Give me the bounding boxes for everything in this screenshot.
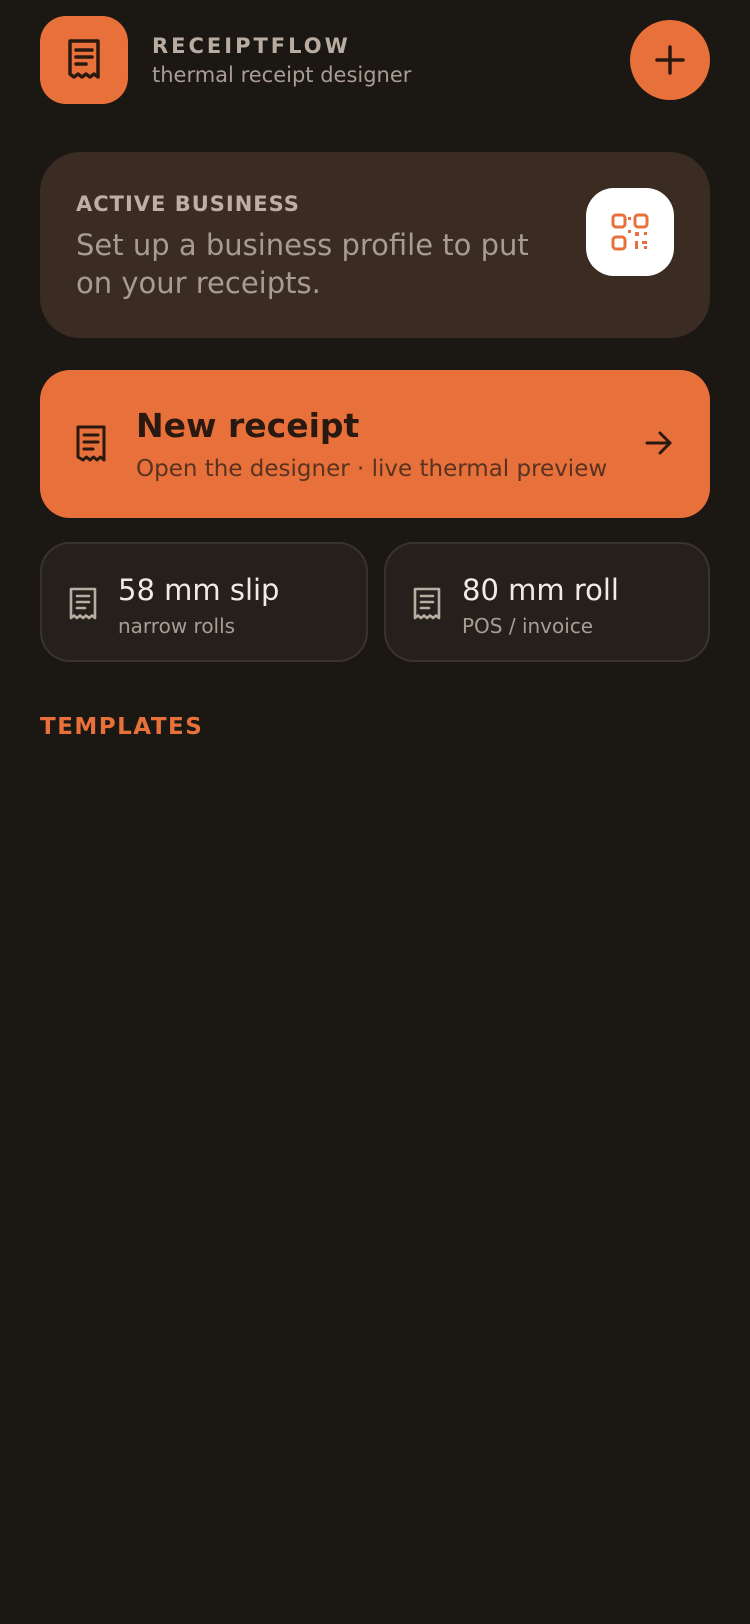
add-button[interactable] — [630, 20, 710, 100]
receipt-icon — [69, 587, 97, 620]
brand-name: RECEIPTFLOW — [152, 34, 351, 58]
qr-code-button[interactable] — [586, 188, 674, 276]
receipt-icon — [76, 425, 106, 462]
active-business-card[interactable]: ACTIVE BUSINESS Set up a business profil… — [40, 152, 710, 338]
new-receipt-subtitle: Open the designer · live thermal preview — [136, 456, 608, 482]
size-subtitle: narrow rolls — [118, 614, 236, 638]
active-business-message: Set up a business profile to put on your… — [76, 228, 529, 300]
brand-block: RECEIPTFLOW thermal receipt designer — [152, 32, 411, 90]
receipt-icon — [413, 587, 441, 620]
new-receipt-button[interactable]: New receipt Open the designer · live the… — [40, 370, 710, 518]
size-icon-wrap — [412, 586, 442, 626]
active-business-label: ACTIVE BUSINESS — [76, 192, 300, 216]
home-screen: RECEIPTFLOW thermal receipt designer ACT… — [0, 0, 750, 1624]
qr-code-icon — [611, 213, 649, 251]
size-title: 58 mm slip — [118, 573, 280, 607]
size-icon-wrap — [68, 586, 98, 626]
new-receipt-icon-wrap — [74, 424, 108, 468]
templates-section-title: TEMPLATES — [40, 714, 204, 740]
size-subtitle: POS / invoice — [462, 614, 594, 638]
plus-icon — [655, 45, 685, 75]
size-card-58mm[interactable]: 58 mm slip narrow rolls — [40, 542, 368, 662]
receipt-icon — [68, 39, 100, 79]
size-card-80mm[interactable]: 80 mm roll POS / invoice — [384, 542, 710, 662]
arrow-right-icon — [645, 431, 672, 455]
brand-tagline: thermal receipt designer — [152, 63, 412, 87]
app-logo — [40, 16, 128, 104]
size-title: 80 mm roll — [462, 573, 619, 607]
new-receipt-title: New receipt — [136, 406, 360, 445]
new-receipt-arrow-wrap — [644, 428, 674, 462]
